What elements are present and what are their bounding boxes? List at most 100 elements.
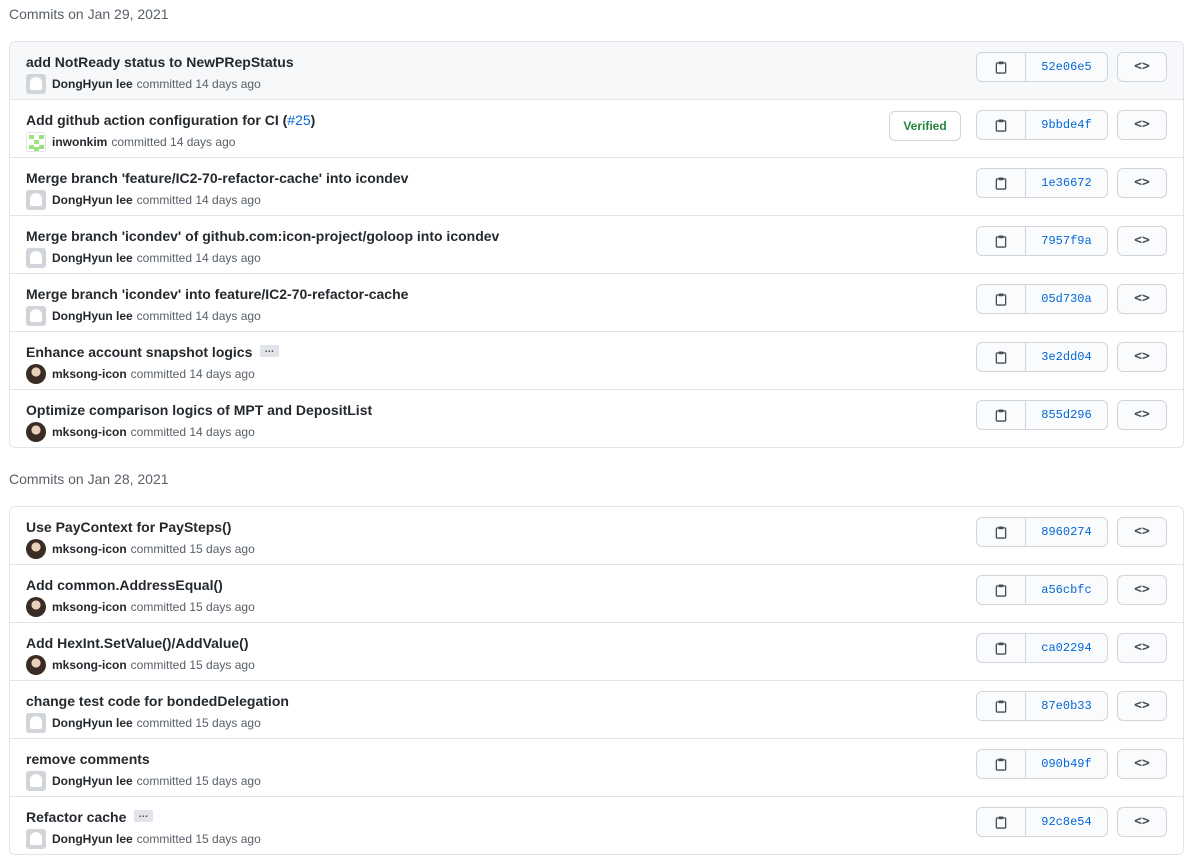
author-name[interactable]: mksong-icon [52, 656, 127, 674]
browse-repo-at-commit-button[interactable]: <> [1117, 226, 1167, 256]
commit-sha-group: 9bbde4f [976, 110, 1108, 140]
commit-message-link[interactable]: change test code for bondedDelegation [26, 693, 289, 709]
verified-badge[interactable]: Verified [889, 111, 961, 141]
author-name[interactable]: DongHyun lee [52, 307, 133, 325]
commit-sha-group: 1e36672 [976, 168, 1108, 198]
commit-message-link[interactable]: Refactor cache [26, 809, 126, 825]
copy-sha-button[interactable] [977, 169, 1026, 197]
author-avatar[interactable] [26, 306, 46, 326]
author-name[interactable]: mksong-icon [52, 540, 127, 558]
copy-sha-button[interactable] [977, 750, 1026, 778]
author-avatar[interactable] [26, 771, 46, 791]
author-name[interactable]: inwonkim [52, 133, 107, 151]
commit-message-link[interactable]: Merge branch 'icondev' of github.com:ico… [26, 228, 499, 244]
copy-sha-button[interactable] [977, 343, 1026, 371]
copy-sha-button[interactable] [977, 808, 1026, 836]
browse-repo-at-commit-button[interactable]: <> [1117, 691, 1167, 721]
commit-message-link[interactable]: Add HexInt.SetValue()/AddValue() [26, 635, 248, 651]
commit-row: Use PayContext for PaySteps() mksong-icon… [10, 507, 1183, 564]
author-name[interactable]: DongHyun lee [52, 249, 133, 267]
commit-message-link[interactable]: remove comments [26, 751, 150, 767]
author-name[interactable]: DongHyun lee [52, 75, 133, 93]
copy-sha-button[interactable] [977, 285, 1026, 313]
author-name[interactable]: mksong-icon [52, 598, 127, 616]
commit-sha-link[interactable]: 8960274 [1026, 518, 1107, 546]
author-avatar[interactable] [26, 74, 46, 94]
commit-sha-link[interactable]: 9bbde4f [1026, 111, 1107, 139]
copy-sha-button[interactable] [977, 227, 1026, 255]
author-avatar[interactable] [26, 248, 46, 268]
copy-sha-button[interactable] [977, 518, 1026, 546]
copy-sha-button[interactable] [977, 401, 1026, 429]
commit-row: Refactor cache… DongHyun lee committed 15 … [10, 796, 1183, 854]
author-avatar[interactable] [26, 597, 46, 617]
commit-sha-link[interactable]: 7957f9a [1026, 227, 1107, 255]
commit-message-link[interactable]: Merge branch 'feature/IC2-70-refactor-ca… [26, 170, 408, 186]
browse-repo-at-commit-button[interactable]: <> [1117, 575, 1167, 605]
browse-repo-at-commit-button[interactable]: <> [1117, 168, 1167, 198]
commit-meta: DongHyun lee committed 15 days ago [26, 771, 261, 791]
commit-message-link[interactable]: add NotReady status to NewPRepStatus [26, 54, 294, 70]
commit-title: Optimize comparison logics of MPT and De… [26, 400, 372, 420]
expand-description-button[interactable]: … [260, 345, 280, 358]
commit-message-link[interactable]: Add common.AddressEqual() [26, 577, 223, 593]
author-name[interactable]: mksong-icon [52, 423, 127, 441]
author-name[interactable]: DongHyun lee [52, 714, 133, 732]
browse-repo-at-commit-button[interactable]: <> [1117, 52, 1167, 82]
commit-sha-link[interactable]: 05d730a [1026, 285, 1107, 313]
expand-description-button[interactable]: … [134, 810, 154, 823]
commit-sha-link[interactable]: 87e0b33 [1026, 692, 1107, 720]
commit-message-link[interactable]: Merge branch 'icondev' into feature/IC2-… [26, 286, 408, 302]
commit-row: Add common.AddressEqual() mksong-icon comm… [10, 564, 1183, 622]
commit-row: Add HexInt.SetValue()/AddValue() mksong-i… [10, 622, 1183, 680]
author-name[interactable]: DongHyun lee [52, 830, 133, 848]
author-avatar[interactable] [26, 539, 46, 559]
browse-repo-at-commit-button[interactable]: <> [1117, 749, 1167, 779]
browse-repo-at-commit-button[interactable]: <> [1117, 110, 1167, 140]
commit-sha-link[interactable]: 855d296 [1026, 401, 1107, 429]
commit-meta: DongHyun lee committed 14 days ago [26, 306, 261, 326]
commit-sha-link[interactable]: ca02294 [1026, 634, 1107, 662]
browse-repo-at-commit-button[interactable]: <> [1117, 517, 1167, 547]
author-avatar[interactable] [26, 422, 46, 442]
author-avatar[interactable] [26, 655, 46, 675]
author-avatar[interactable] [26, 713, 46, 733]
commit-sha-link[interactable]: 92c8e54 [1026, 808, 1107, 836]
author-avatar[interactable] [26, 364, 46, 384]
commit-message-link[interactable]: Use PayContext for PaySteps() [26, 519, 231, 535]
commit-meta: mksong-icon committed 15 days ago [26, 539, 255, 559]
commit-sha-link[interactable]: 1e36672 [1026, 169, 1107, 197]
commit-row: remove comments DongHyun lee committed 15 … [10, 738, 1183, 796]
pull-request-link[interactable]: #25 [287, 112, 310, 128]
author-avatar[interactable] [26, 829, 46, 849]
clipboard-icon [995, 757, 1007, 771]
author-name[interactable]: DongHyun lee [52, 191, 133, 209]
browse-repo-at-commit-button[interactable]: <> [1117, 284, 1167, 314]
browse-repo-at-commit-button[interactable]: <> [1117, 342, 1167, 372]
committed-time: committed 14 days ago [136, 309, 261, 323]
browse-repo-at-commit-button[interactable]: <> [1117, 807, 1167, 837]
committed-time: committed 15 days ago [136, 774, 261, 788]
clipboard-icon [995, 234, 1007, 248]
commit-title: Merge branch 'icondev' of github.com:ico… [26, 226, 499, 246]
commit-sha-link[interactable]: a56cbfc [1026, 576, 1107, 604]
author-avatar[interactable] [26, 190, 46, 210]
copy-sha-button[interactable] [977, 53, 1026, 81]
commit-row: Merge branch 'icondev' into feature/IC2-… [10, 273, 1183, 331]
clipboard-icon [995, 176, 1007, 190]
commit-sha-link[interactable]: 090b49f [1026, 750, 1107, 778]
commit-message-link[interactable]: Enhance account snapshot logics [26, 344, 252, 360]
browse-repo-at-commit-button[interactable]: <> [1117, 633, 1167, 663]
commit-message-link[interactable]: Optimize comparison logics of MPT and De… [26, 402, 372, 418]
copy-sha-button[interactable] [977, 111, 1026, 139]
commit-message-link[interactable]: Add github action configuration for CI ( [26, 112, 287, 128]
copy-sha-button[interactable] [977, 692, 1026, 720]
browse-repo-at-commit-button[interactable]: <> [1117, 400, 1167, 430]
copy-sha-button[interactable] [977, 576, 1026, 604]
author-avatar[interactable] [26, 132, 46, 152]
commit-sha-link[interactable]: 52e06e5 [1026, 53, 1107, 81]
author-name[interactable]: DongHyun lee [52, 772, 133, 790]
author-name[interactable]: mksong-icon [52, 365, 127, 383]
commit-sha-link[interactable]: 3e2dd04 [1026, 343, 1107, 371]
copy-sha-button[interactable] [977, 634, 1026, 662]
